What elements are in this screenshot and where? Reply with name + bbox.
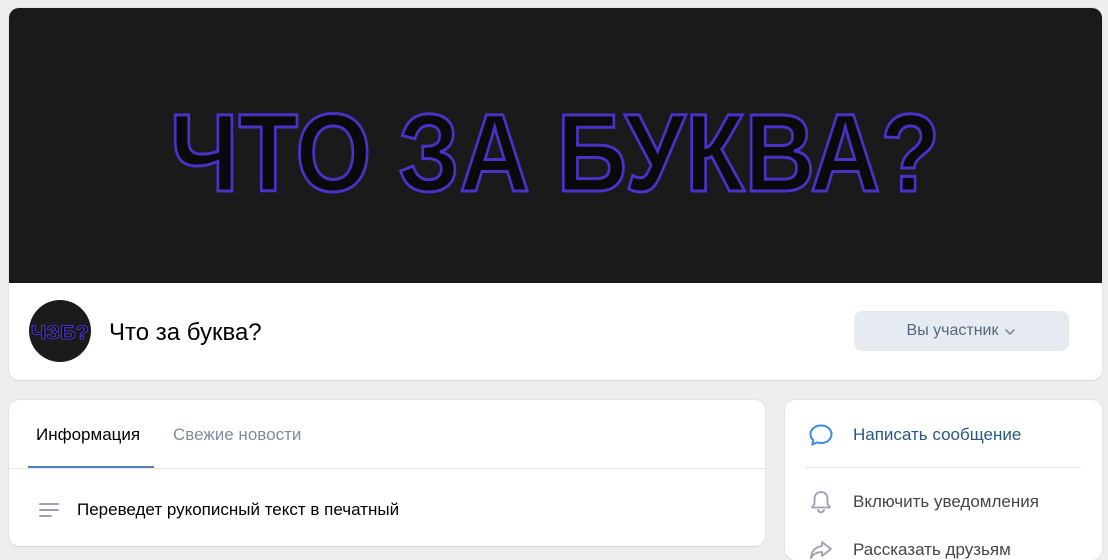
tab-news[interactable]: Свежие новости xyxy=(173,424,301,446)
actions-panel: Написать сообщение Включить уведомления … xyxy=(785,400,1102,560)
message-bubble-icon xyxy=(807,421,835,449)
cover-art: ЧТО ЗА БУКВА? xyxy=(169,91,942,217)
tab-info[interactable]: Информация xyxy=(36,424,140,446)
description-row: Переведет рукописный текст в печатный xyxy=(37,498,399,522)
community-description: Переведет рукописный текст в печатный xyxy=(77,500,400,519)
tell-friends-button[interactable]: Рассказать друзьям xyxy=(807,536,1011,560)
header-info-bar: ЧЗБ? Что за буква? Вы участник xyxy=(9,283,1102,380)
info-panel: Информация Свежие новости Переведет руко… xyxy=(9,400,765,546)
text-lines-icon xyxy=(37,498,61,522)
avatar-text: ЧЗБ? xyxy=(31,323,89,344)
enable-notifications-label: Включить уведомления xyxy=(853,492,1039,511)
community-name: Что за буква? xyxy=(109,319,262,346)
cover-image: ЧТО ЗА БУКВА? xyxy=(9,8,1102,283)
write-message-button[interactable]: Написать сообщение xyxy=(807,421,1021,449)
membership-button[interactable]: Вы участник xyxy=(854,311,1069,351)
membership-button-label: Вы участник xyxy=(906,322,999,339)
chevron-down-icon xyxy=(1004,323,1016,341)
cover-headline: ЧТО ЗА БУКВА? xyxy=(170,92,940,215)
tell-friends-label: Рассказать друзьям xyxy=(853,540,1011,559)
bell-icon xyxy=(807,488,835,516)
write-message-label: Написать сообщение xyxy=(853,425,1022,444)
community-header: ЧТО ЗА БУКВА? ЧЗБ? Что за буква? Вы учас… xyxy=(9,8,1102,380)
divider xyxy=(805,467,1081,468)
active-tab-indicator xyxy=(28,466,154,468)
enable-notifications-button[interactable]: Включить уведомления xyxy=(807,488,1039,516)
share-icon xyxy=(807,536,835,560)
tabs-bar: Информация Свежие новости xyxy=(9,400,765,469)
avatar[interactable]: ЧЗБ? xyxy=(29,300,91,362)
